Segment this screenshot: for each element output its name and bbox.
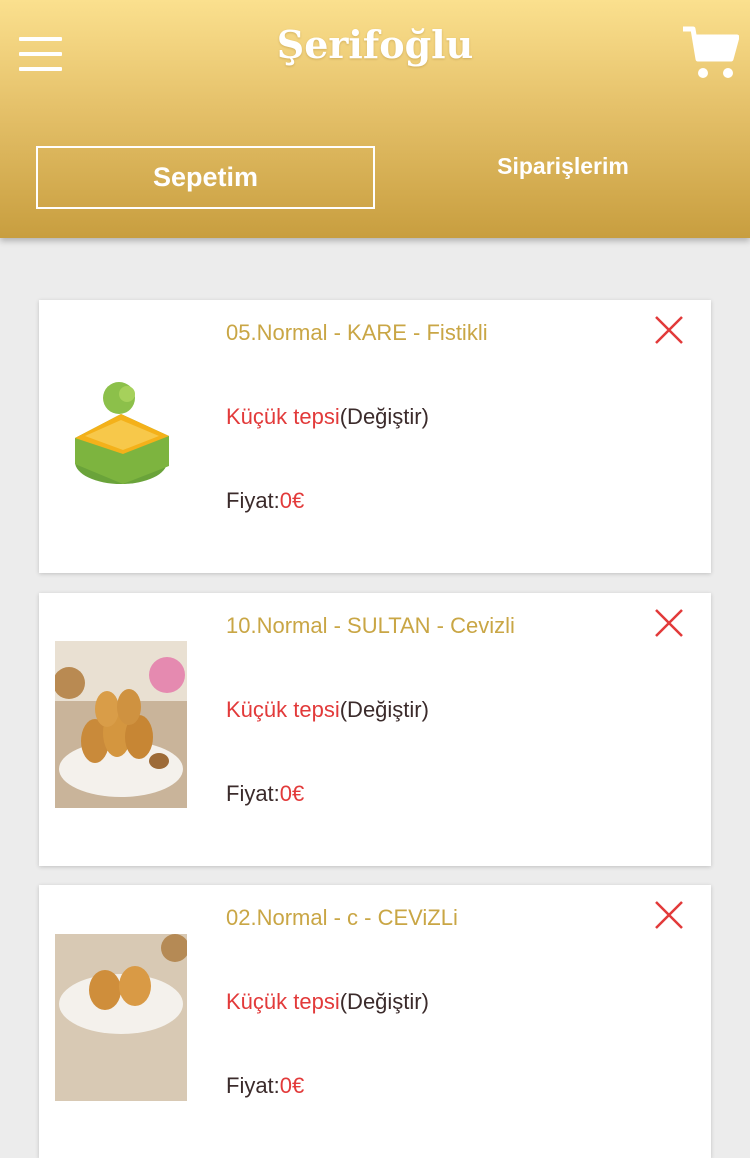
product-title: 02.Normal - c - CEViZLi	[226, 905, 458, 930]
price-label: Fiyat:	[226, 488, 280, 513]
app-header: Şerifoğlu Sepetim Siparişlerim	[0, 0, 750, 238]
product-image-kare-fistikli	[55, 350, 187, 517]
change-size-link[interactable]: (Değiştir)	[340, 404, 429, 429]
price-line: Fiyat:0€	[226, 781, 304, 807]
size-value: Küçük tepsi	[226, 697, 340, 722]
price-label: Fiyat:	[226, 1073, 280, 1098]
product-title: 10.Normal - SULTAN - Cevizli	[226, 613, 515, 638]
price-line: Fiyat:0€	[226, 1073, 304, 1099]
tab-siparislerim[interactable]: Siparişlerim	[440, 146, 686, 186]
app-brand-title: Şerifoğlu	[276, 22, 474, 67]
product-image-cevizli	[55, 934, 187, 1101]
size-line: Küçük tepsi(Değiştir)	[226, 404, 429, 430]
size-value: Küçük tepsi	[226, 404, 340, 429]
shopping-cart-icon[interactable]	[681, 25, 739, 81]
change-size-link[interactable]: (Değiştir)	[340, 989, 429, 1014]
size-value: Küçük tepsi	[226, 989, 340, 1014]
remove-item-close-icon[interactable]	[653, 314, 685, 346]
price-label: Fiyat:	[226, 781, 280, 806]
size-line: Küçük tepsi(Değiştir)	[226, 697, 429, 723]
product-image-sultan-cevizli	[55, 641, 187, 808]
cart-item-card: 05.Normal - KARE - Fistikli Küçük tepsi(…	[39, 300, 711, 573]
price-value: 0€	[279, 1073, 305, 1098]
remove-item-close-icon[interactable]	[653, 899, 685, 931]
product-title: 05.Normal - KARE - Fistikli	[226, 320, 488, 345]
size-line: Küçük tepsi(Değiştir)	[226, 989, 429, 1015]
change-size-link[interactable]: (Değiştir)	[340, 697, 429, 722]
cart-item-card: 02.Normal - c - CEViZLi Küçük tepsi(Deği…	[39, 885, 711, 1158]
price-value: 0€	[279, 488, 305, 513]
remove-item-close-icon[interactable]	[653, 607, 685, 639]
price-value: 0€	[279, 781, 305, 806]
price-line: Fiyat:0€	[226, 488, 304, 514]
hamburger-menu-icon[interactable]	[19, 37, 62, 71]
tab-sepetim[interactable]: Sepetim	[36, 146, 375, 209]
cart-item-card: 10.Normal - SULTAN - Cevizli Küçük tepsi…	[39, 593, 711, 866]
